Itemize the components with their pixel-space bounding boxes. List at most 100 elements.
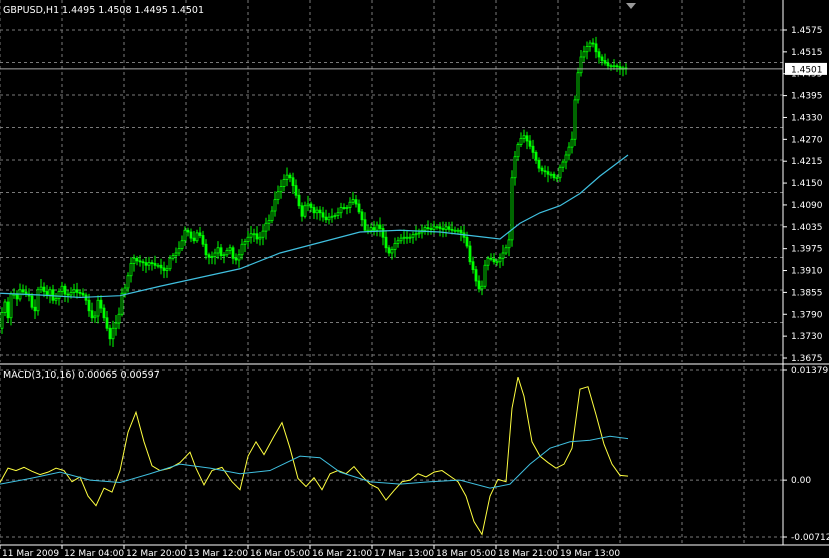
candle-body — [594, 43, 598, 53]
candle-body — [228, 247, 232, 251]
candle-body — [102, 307, 106, 319]
candle-body — [105, 317, 109, 329]
candle-body — [288, 174, 292, 179]
candle-body — [276, 191, 280, 201]
candle-body — [54, 298, 58, 301]
price-tick-label: 1.4215 — [791, 157, 823, 167]
candle-body — [261, 230, 265, 238]
time-tick-label: 18 Mar 21:00 — [498, 549, 558, 558]
candle-body — [354, 199, 358, 205]
candle-body — [60, 285, 64, 292]
candle-body — [294, 185, 298, 196]
price-tick-label: 1.4395 — [791, 92, 823, 102]
candle-body — [297, 194, 301, 207]
candle-body — [96, 299, 100, 317]
candle-body — [402, 236, 406, 239]
ohlc-label: 1.4495 1.4508 1.4495 1.4501 — [62, 5, 204, 16]
candle-body — [285, 174, 289, 180]
macd-tick-label: 0.00 — [791, 476, 811, 486]
price-tick-label: 1.3790 — [791, 310, 823, 320]
candle-body — [606, 62, 610, 67]
time-tick-label: 12 Mar 20:00 — [126, 549, 186, 558]
candle-body — [90, 310, 94, 319]
candle-body — [561, 161, 565, 168]
candle-body — [438, 226, 442, 229]
candle-body — [186, 229, 190, 233]
time-tick-label: 17 Mar 13:00 — [374, 549, 434, 558]
candle-body — [117, 313, 121, 324]
candle-body — [516, 144, 520, 158]
candle-body — [255, 233, 259, 240]
candle-body — [432, 226, 436, 230]
candle-body — [174, 252, 178, 257]
candle-body — [99, 299, 103, 309]
candle-body — [339, 207, 343, 214]
candle-body — [42, 286, 46, 292]
candle-body — [75, 289, 79, 293]
candle-body — [504, 247, 508, 254]
candle-body — [171, 255, 175, 259]
candle-body — [225, 249, 229, 256]
time-tick-label: 11 Mar 2009 — [2, 549, 59, 558]
candle-body — [210, 256, 214, 258]
candle-body — [459, 229, 463, 234]
candle-body — [252, 233, 256, 236]
candle-body — [480, 285, 484, 290]
time-tick-label: 16 Mar 05:00 — [250, 549, 310, 558]
price-tick-label: 1.3675 — [791, 354, 823, 364]
candle-body — [549, 173, 553, 176]
candle-body — [165, 268, 169, 271]
candle-body — [306, 203, 310, 207]
candle-body — [177, 248, 181, 254]
price-tick-label: 1.4090 — [791, 201, 823, 211]
candle-body — [72, 289, 76, 293]
candle-body — [321, 212, 325, 218]
candle-body — [336, 212, 340, 216]
time-tick-label: 18 Mar 05:00 — [436, 549, 496, 558]
trading-chart[interactable]: 1.45751.45151.44551.43951.43301.42701.42… — [0, 0, 829, 558]
candle-body — [114, 322, 118, 329]
candle-body — [141, 261, 145, 264]
candle-body — [108, 327, 112, 340]
candle-body — [219, 247, 223, 257]
candle-body — [243, 241, 247, 245]
candle-body — [33, 306, 37, 312]
candle-body — [543, 170, 547, 173]
candle-body — [153, 263, 157, 266]
candle-body — [9, 293, 13, 319]
candle-body — [162, 267, 166, 271]
candle-body — [66, 293, 70, 296]
candle-body — [78, 291, 82, 294]
candle-body — [144, 262, 148, 266]
candle-body — [333, 214, 337, 217]
candle-body — [342, 207, 346, 209]
candle-body — [492, 258, 496, 263]
candle-body — [246, 236, 250, 243]
candle-body — [435, 226, 439, 229]
candle-body — [483, 264, 487, 287]
candle-body — [573, 99, 577, 140]
candle-body — [213, 252, 217, 257]
candle-body — [393, 242, 397, 250]
candle-body — [267, 220, 271, 224]
candle-body — [15, 293, 19, 300]
candle-body — [387, 247, 391, 254]
candle-body — [0, 312, 4, 329]
candle-body — [579, 56, 583, 74]
candle-body — [135, 257, 139, 262]
macd-label: MACD(3,10,16) 0.00065 0.00597 — [3, 370, 160, 381]
candle-body — [45, 291, 49, 296]
candle-body — [150, 262, 154, 265]
candle-body — [552, 173, 556, 179]
candle-body — [468, 245, 472, 263]
candle-body — [51, 289, 55, 301]
candle-body — [291, 177, 295, 187]
candle-body — [576, 72, 580, 101]
candle-body — [204, 243, 208, 256]
candle-body — [369, 227, 373, 231]
candle-body — [450, 228, 454, 231]
candle-body — [609, 65, 613, 68]
candle-body — [168, 257, 172, 270]
candle-body — [567, 146, 571, 156]
candle-body — [597, 51, 601, 58]
